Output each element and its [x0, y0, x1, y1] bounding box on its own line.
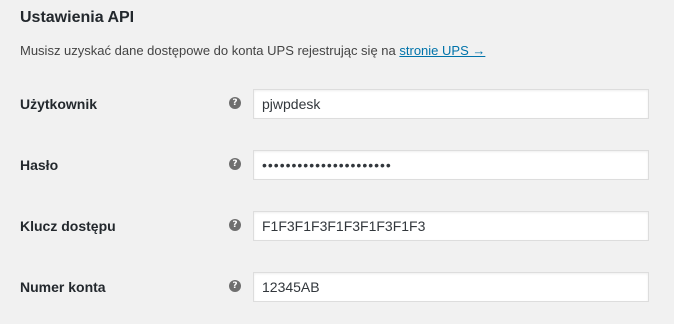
help-icon[interactable]: ?	[229, 280, 241, 292]
help-icon[interactable]: ?	[229, 97, 241, 109]
access-key-label: Klucz dostępu	[20, 218, 116, 234]
username-input[interactable]	[253, 89, 649, 119]
help-icon[interactable]: ?	[229, 158, 241, 170]
password-label: Hasło	[20, 157, 59, 173]
form-row-password: Hasło ?	[0, 134, 674, 195]
help-icon[interactable]: ?	[229, 219, 241, 231]
account-number-label: Numer konta	[20, 279, 106, 295]
section-title: Ustawienia API	[20, 9, 135, 26]
account-number-input[interactable]	[253, 272, 649, 302]
form-row-access-key: Klucz dostępu ?	[0, 195, 674, 256]
section-description: Musisz uzyskać dane dostępowe do konta U…	[20, 41, 485, 61]
form-row-account-number: Numer konta ?	[0, 256, 674, 317]
ups-signup-link[interactable]: stronie UPS →	[399, 43, 485, 58]
access-key-input[interactable]	[253, 211, 649, 241]
description-text: Musisz uzyskać dane dostępowe do konta U…	[20, 43, 400, 58]
username-label: Użytkownik	[20, 96, 98, 112]
password-input[interactable]	[253, 150, 649, 180]
form-row-username: Użytkownik ?	[0, 73, 674, 134]
